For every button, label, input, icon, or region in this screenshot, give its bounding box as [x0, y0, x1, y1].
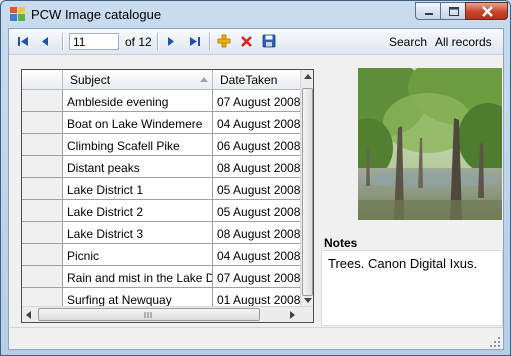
- notes-textbox[interactable]: Trees. Canon Digital Ixus.: [321, 250, 503, 326]
- data-grid[interactable]: Subject DateTaken Ambleside evening 07 Au…: [21, 69, 314, 323]
- previous-record-icon: [42, 36, 48, 46]
- save-icon: [262, 34, 276, 48]
- date-cell[interactable]: 08 August 2008: [213, 222, 302, 244]
- position-input[interactable]: [69, 33, 119, 50]
- toolbar-separator: [209, 33, 211, 50]
- trees-photo: [358, 68, 502, 220]
- row-header[interactable]: [22, 156, 63, 178]
- vertical-scroll-thumb[interactable]: [302, 88, 313, 296]
- add-icon: [217, 34, 231, 48]
- table-row[interactable]: Picnic 04 August 2008: [22, 244, 302, 266]
- column-header-label: Subject: [70, 73, 111, 87]
- window-title: PCW Image catalogue: [31, 7, 162, 22]
- row-header-column: [22, 70, 63, 90]
- subject-cell[interactable]: Lake District 1: [63, 178, 213, 200]
- row-header[interactable]: [22, 244, 63, 266]
- table-row[interactable]: Lake District 2 05 August 2008: [22, 200, 302, 222]
- date-cell[interactable]: 07 August 2008: [213, 90, 302, 112]
- save-button[interactable]: [260, 33, 278, 49]
- move-last-button[interactable]: [186, 33, 204, 49]
- last-record-icon: [190, 36, 200, 46]
- move-previous-button[interactable]: [36, 33, 54, 49]
- delete-button[interactable]: [237, 33, 255, 49]
- scroll-up-icon[interactable]: [304, 74, 312, 79]
- horizontal-scrollbar[interactable]: [22, 306, 313, 322]
- horizontal-scroll-thumb[interactable]: [38, 308, 260, 321]
- subject-cell[interactable]: Climbing Scafell Pike: [63, 134, 213, 156]
- row-header[interactable]: [22, 112, 63, 134]
- table-row[interactable]: Distant peaks 08 August 2008: [22, 156, 302, 178]
- next-record-icon: [168, 36, 174, 46]
- grip-icon: [144, 312, 152, 318]
- row-header[interactable]: [22, 200, 63, 222]
- scroll-right-icon[interactable]: [290, 311, 295, 319]
- minimize-button[interactable]: [415, 2, 441, 20]
- subject-cell[interactable]: Ambleside evening: [63, 90, 213, 112]
- toolbar-separator: [157, 33, 159, 50]
- sort-ascending-icon: [200, 77, 208, 82]
- minimize-icon: [425, 13, 433, 15]
- status-bar: [9, 327, 503, 350]
- row-header[interactable]: [22, 134, 63, 156]
- subject-cell[interactable]: Boat on Lake Windemere: [63, 112, 213, 134]
- maximize-button[interactable]: [440, 2, 466, 20]
- date-cell[interactable]: 06 August 2008: [213, 134, 302, 156]
- move-next-button[interactable]: [162, 33, 180, 49]
- date-cell[interactable]: 04 August 2008: [213, 112, 302, 134]
- all-records-button[interactable]: All records: [435, 35, 492, 49]
- date-cell[interactable]: 04 August 2008: [213, 244, 302, 266]
- subject-cell[interactable]: Rain and mist in the Lake Di...: [63, 266, 213, 288]
- row-header[interactable]: [22, 178, 63, 200]
- date-cell[interactable]: 05 August 2008: [213, 178, 302, 200]
- search-button[interactable]: Search: [389, 35, 427, 49]
- date-cell[interactable]: 07 August 2008: [213, 266, 302, 288]
- subject-cell[interactable]: Lake District 2: [63, 200, 213, 222]
- close-button[interactable]: [465, 2, 508, 20]
- row-header[interactable]: [22, 266, 63, 288]
- row-header[interactable]: [22, 222, 63, 244]
- binding-navigator: of 12 Search All records: [9, 29, 503, 55]
- app-window: PCW Image catalogue of 12: [0, 0, 511, 356]
- column-header-datetaken[interactable]: DateTaken: [213, 70, 302, 90]
- table-row[interactable]: Rain and mist in the Lake Di... 07 August…: [22, 266, 302, 288]
- table-row[interactable]: Lake District 3 08 August 2008: [22, 222, 302, 244]
- close-icon: [482, 6, 493, 17]
- maximize-icon: [449, 7, 459, 16]
- photo-preview: [358, 68, 502, 220]
- subject-cell[interactable]: Picnic: [63, 244, 213, 266]
- table-row[interactable]: Ambleside evening 07 August 2008: [22, 90, 302, 112]
- delete-icon: [240, 35, 252, 47]
- resize-grip-icon[interactable]: [489, 336, 501, 348]
- subject-cell[interactable]: Distant peaks: [63, 156, 213, 178]
- date-cell[interactable]: 08 August 2008: [213, 156, 302, 178]
- record-count-label: of 12: [125, 35, 152, 49]
- title-bar[interactable]: PCW Image catalogue: [1, 1, 510, 27]
- scroll-left-icon[interactable]: [26, 311, 31, 319]
- subject-cell[interactable]: Lake District 3: [63, 222, 213, 244]
- toolbar-separator: [62, 33, 64, 50]
- date-cell[interactable]: 05 August 2008: [213, 200, 302, 222]
- client-area: of 12 Search All records S: [8, 28, 504, 350]
- table-row[interactable]: Boat on Lake Windemere 04 August 2008: [22, 112, 302, 134]
- table-row[interactable]: Lake District 1 05 August 2008: [22, 178, 302, 200]
- first-record-icon: [18, 36, 28, 46]
- vertical-scrollbar[interactable]: [300, 70, 313, 306]
- row-header[interactable]: [22, 90, 63, 112]
- move-first-button[interactable]: [14, 33, 32, 49]
- app-icon: [10, 7, 25, 21]
- column-header-subject[interactable]: Subject: [63, 70, 213, 90]
- scroll-down-icon[interactable]: [304, 298, 312, 303]
- table-row[interactable]: Climbing Scafell Pike 06 August 2008: [22, 134, 302, 156]
- column-header-label: DateTaken: [220, 73, 278, 87]
- add-new-button[interactable]: [215, 33, 233, 49]
- notes-label: Notes: [324, 236, 358, 250]
